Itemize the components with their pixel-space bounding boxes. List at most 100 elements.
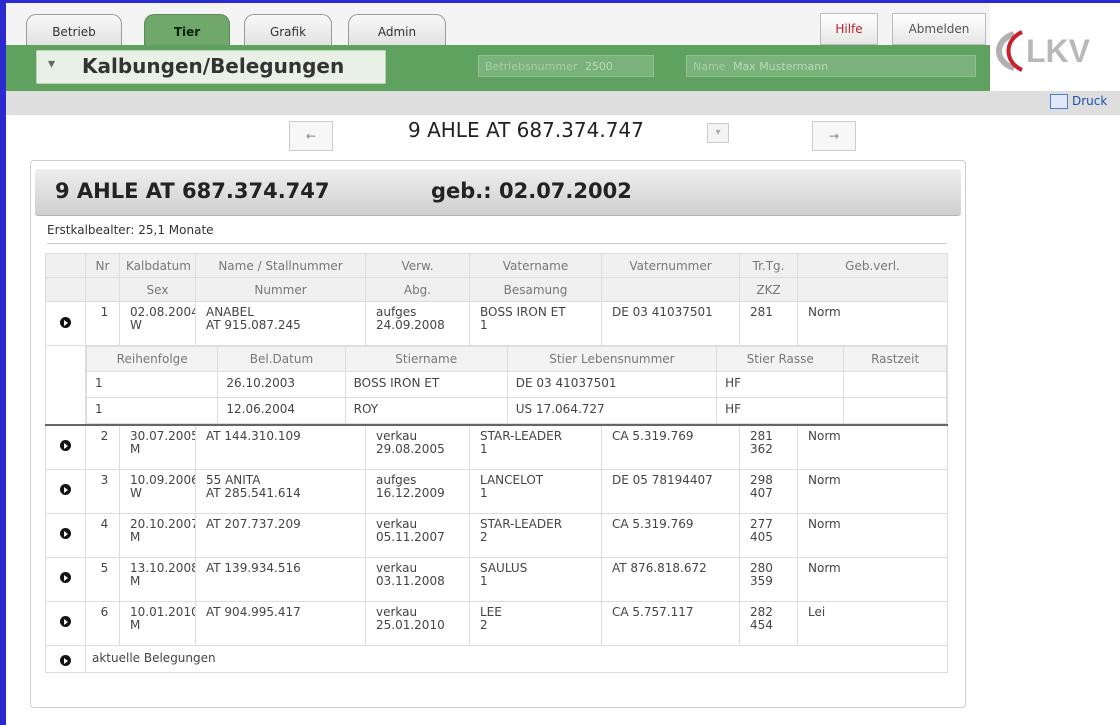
tab-betrieb[interactable]: Betrieb	[26, 14, 122, 45]
cell-stier-lebensnummer: US 17.064.727	[506, 397, 718, 424]
sex: M	[130, 617, 141, 632]
belegungen-container: Reihenfolge Bel.Datum Stiername Stier Le…	[85, 345, 948, 426]
zkz: 359	[750, 573, 773, 588]
sex: M	[130, 442, 141, 456]
nummer: AT 915.087.245	[206, 318, 301, 332]
cell-nr: 1	[85, 301, 120, 346]
expand-toggle[interactable]	[45, 600, 86, 646]
verw: verkau	[376, 516, 418, 531]
belegung-row: 1 26.10.2003 BOSS IRON ET DE 03 41037501…	[86, 371, 947, 398]
cell-name: AT 139.934.516	[195, 556, 366, 602]
expand-icon	[60, 316, 71, 328]
besamung: 1	[480, 442, 488, 456]
cell-vaternummer: CA 5.319.769	[601, 512, 740, 558]
cell-gebverl: Norm	[797, 301, 948, 346]
expand-toggle[interactable]	[45, 512, 86, 558]
cell-vaternummer: AT 876.818.672	[601, 556, 740, 602]
table-row[interactable]: 5 13.10.2008 M AT 139.934.516 verkau 03.11…	[45, 556, 948, 602]
cell-vatername: BOSS IRON ET 1	[469, 301, 602, 346]
calving-panel: 9 AHLE AT 687.374.747 geb.: 02.07.2002 E…	[30, 160, 966, 708]
cell-name: ANABEL AT 915.087.245	[195, 301, 366, 346]
tab-admin[interactable]: Admin	[348, 14, 446, 45]
tab-tier[interactable]: Tier	[144, 14, 230, 46]
col-header-stier-rasse: Stier Rasse	[716, 346, 845, 372]
kalbdatum: 10.09.2006	[130, 472, 196, 487]
tab-grafik[interactable]: Grafik	[244, 14, 332, 45]
cell-rastzeit	[843, 397, 947, 424]
vatername: STAR-LEADER	[480, 429, 563, 443]
expand-toggle[interactable]	[45, 556, 86, 602]
next-animal-button[interactable]: →	[812, 121, 856, 151]
col-header-nr: Nr	[85, 253, 120, 278]
col-subheader-empty	[601, 277, 740, 302]
name: AT 144.310.109	[206, 429, 301, 443]
current-belegungen-label: aktuelle Belegungen	[85, 644, 948, 673]
cell-stier-rasse: HF	[716, 371, 845, 398]
cell-verw: verkau 03.11.2008	[365, 556, 470, 602]
col-header-stiername: Stiername	[344, 346, 508, 372]
sex: W	[130, 485, 142, 500]
kalbdatum: 10.01.2010	[130, 604, 196, 619]
besamung: 1	[480, 573, 488, 588]
besamung: 1	[480, 318, 488, 332]
menu-bullet-icon[interactable]: ▾	[48, 56, 55, 72]
cell-name: AT 904.995.417	[195, 600, 366, 646]
chevron-down-icon[interactable]: ▾	[707, 123, 729, 143]
table-row[interactable]: 4 20.10.2007 M AT 207.737.209 verkau 05.11…	[45, 512, 948, 558]
cell-stier-rasse: HF	[716, 397, 845, 424]
col-header-kalbdatum: Kalbdatum	[119, 253, 196, 278]
cell-gebverl: Norm	[797, 468, 948, 514]
abg: 25.01.2010	[376, 617, 445, 632]
page-title-box: ▾ Kalbungen/Belegungen	[36, 50, 386, 84]
table-row[interactable]: 3 10.09.2006 W 55 ANITA AT 285.541.614 auf…	[45, 468, 948, 514]
expand-icon	[60, 440, 71, 452]
animal-select[interactable]: 9 AHLE AT 687.374.747	[408, 118, 644, 142]
zkz: 405	[750, 529, 773, 544]
cell-gebverl: Lei	[797, 600, 948, 646]
cell-vatername: STAR-LEADER 1	[469, 424, 602, 470]
betriebsnummer-label: Betriebsnummer	[485, 60, 578, 73]
betriebsnummer-field: Betriebsnummer 2500	[478, 55, 654, 77]
vatername: BOSS IRON ET	[480, 305, 566, 319]
trtg: 281	[750, 305, 773, 319]
page-title: Kalbungen/Belegungen	[82, 54, 345, 78]
help-button[interactable]: Hilfe	[820, 13, 878, 45]
trtg: 298	[750, 472, 773, 487]
expand-toggle[interactable]	[45, 644, 86, 673]
expand-toggle[interactable]	[45, 424, 86, 470]
cell-beldatum: 12.06.2004	[217, 397, 346, 424]
printer-icon	[1050, 94, 1068, 109]
trtg: 277	[750, 516, 773, 531]
prev-animal-button[interactable]: ←	[289, 121, 333, 151]
table-row[interactable]: 6 10.01.2010 M AT 904.995.417 verkau 25.01…	[45, 600, 948, 646]
logout-button[interactable]: Abmelden	[892, 13, 986, 45]
vatername: LEE	[480, 604, 502, 619]
cell-verw: verkau 29.08.2005	[365, 424, 470, 470]
besamung: 1	[480, 485, 488, 500]
table-row[interactable]: 1 02.08.2004 W ANABEL AT 915.087.245 aufge…	[45, 301, 948, 346]
cell-gebverl: Norm	[797, 556, 948, 602]
birth-date: geb.: 02.07.2002	[431, 179, 632, 203]
cell-stiername: BOSS IRON ET	[344, 371, 508, 398]
table-row[interactable]: 2 30.07.2005 M AT 144.310.109 verkau 29.08…	[45, 424, 948, 470]
cell-kalbdatum: 20.10.2007 M	[119, 512, 196, 558]
col-subheader-empty	[45, 277, 86, 302]
verw: aufges	[376, 472, 417, 487]
sex: W	[130, 318, 142, 332]
col-header-vatername: Vatername	[469, 253, 602, 278]
expand-toggle[interactable]	[45, 468, 86, 514]
cell-kalbdatum: 10.09.2006 W	[119, 468, 196, 514]
cell-verw: verkau 25.01.2010	[365, 600, 470, 646]
expand-toggle[interactable]	[45, 301, 86, 346]
name: AT 139.934.516	[206, 560, 301, 575]
current-belegungen-row[interactable]: aktuelle Belegungen	[45, 644, 948, 673]
cell-stiername: ROY	[344, 397, 508, 424]
print-link[interactable]: Druck	[1050, 94, 1107, 109]
abg: 05.11.2007	[376, 529, 445, 544]
app-window: Betrieb Tier Grafik Admin Hilfe Abmelden…	[0, 0, 1120, 725]
besamung: 2	[480, 529, 488, 544]
col-header-toggle	[45, 253, 86, 278]
cell-trtg: 280 359	[739, 556, 798, 602]
belegungen-table: Reihenfolge Bel.Datum Stiername Stier Le…	[86, 346, 947, 424]
kalbdatum: 13.10.2008	[130, 560, 196, 575]
